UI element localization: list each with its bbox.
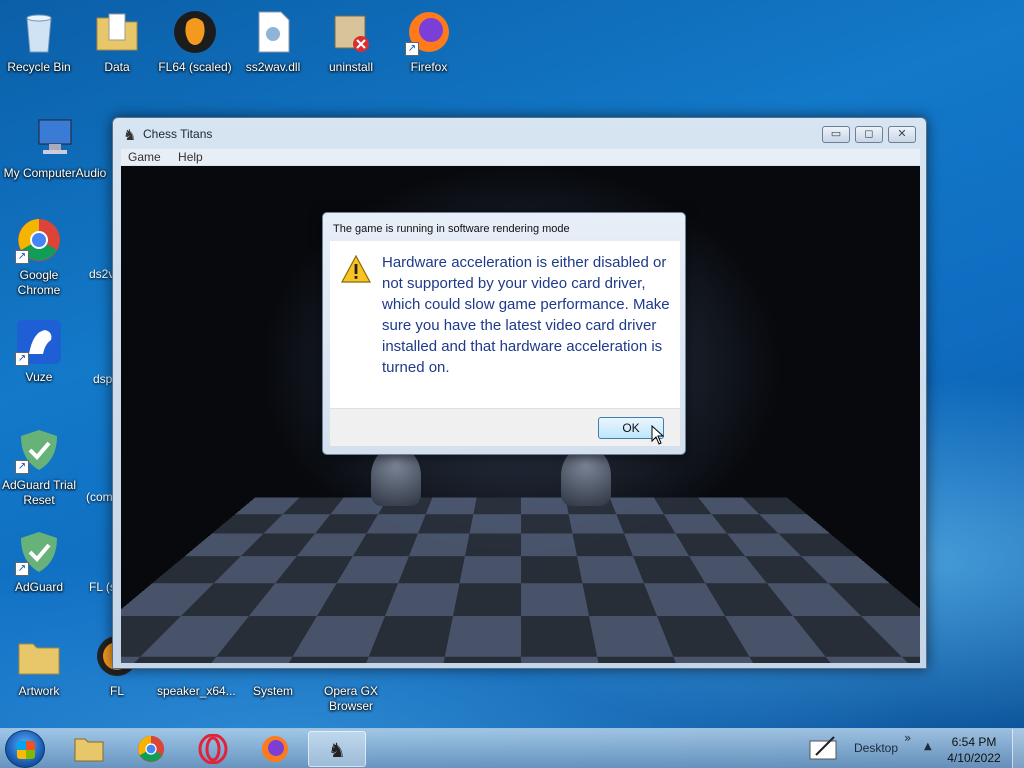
computer-icon (31, 114, 79, 162)
fl-studio-icon (171, 8, 219, 56)
chess-pawn (561, 446, 611, 506)
firefox-icon (262, 736, 288, 762)
chess-board (121, 497, 920, 663)
shortcut-arrow-icon: ↗ (15, 250, 29, 264)
start-button[interactable] (5, 730, 45, 768)
minimize-button[interactable]: ▭ (822, 126, 850, 143)
close-button[interactable]: ✕ (888, 126, 916, 143)
shortcut-arrow-icon: ↗ (15, 460, 29, 474)
shortcut-arrow-icon: ↗ (405, 42, 419, 56)
desktop-icon-label: My Computer (3, 166, 76, 180)
chrome-icon: ↗ (15, 216, 63, 264)
taskbar-firefox[interactable] (246, 731, 304, 767)
taskbar-chess-titans[interactable]: ♞ (308, 731, 366, 767)
desktop-icon-label: FL (109, 684, 124, 698)
software-rendering-dialog: The game is running in software renderin… (322, 212, 686, 455)
taskbar: ♞ Desktop » ▲ 6:54 PM 4/10/2022 (0, 728, 1024, 768)
recycle-bin-icon (15, 8, 63, 56)
taskbar-opera[interactable] (184, 731, 242, 767)
opera-icon (198, 733, 228, 765)
desktop-icon-label: Recycle Bin (7, 60, 71, 74)
desktop-icon-label: ss2wav.dll (245, 60, 301, 74)
window-titlebar[interactable]: ♞ Chess Titans ▭ ◻ ✕ (113, 118, 926, 148)
dialog-title: The game is running in software renderin… (333, 223, 570, 235)
partial-label-dsp: dsp (93, 372, 113, 386)
folder-icon (74, 738, 104, 762)
desktop-icon-label: Artwork (18, 684, 60, 698)
desktop-icon-artwork[interactable]: Artwork (1, 632, 77, 699)
chess-piece-icon: ♞ (328, 738, 346, 762)
partial-label-audio: Audio (75, 166, 107, 180)
show-hidden-icons-icon[interactable]: ▲ (924, 741, 932, 752)
window-title: Chess Titans (143, 127, 213, 141)
desktop-icon-adguard[interactable]: ↗ AdGuard (1, 528, 77, 595)
warning-icon (340, 254, 372, 284)
chess-piece-icon: ♞ (123, 126, 137, 144)
desktop-toolbar-label[interactable]: Desktop (854, 741, 898, 755)
chess-pawn (371, 446, 421, 506)
menu-help[interactable]: Help (171, 149, 210, 165)
menu-game[interactable]: Game (121, 149, 168, 165)
vuze-frog-icon: ↗ (15, 318, 63, 366)
chrome-icon (137, 735, 165, 763)
clock-date: 4/10/2022 (947, 751, 1001, 765)
desktop-icon-recycle-bin[interactable]: Recycle Bin (1, 8, 77, 75)
desktop-icon-label: Vuze (25, 370, 53, 384)
dialog-body: Hardware acceleration is either disabled… (330, 241, 680, 408)
partial-label-ds2v: ds2v (89, 267, 115, 281)
desktop-icon-my-computer[interactable]: My ComputerAudio (0, 114, 110, 181)
dialog-message: Hardware acceleration is either disabled… (382, 254, 670, 376)
desktop-toolbar-pen-icon[interactable] (808, 735, 840, 763)
show-desktop-button[interactable] (1012, 729, 1024, 768)
desktop-icon-label: System (252, 684, 293, 698)
partial-label-com: (com (86, 490, 113, 504)
desktop-icon-firefox[interactable]: ↗ Firefox (391, 8, 467, 75)
desktop-icon-label: Google Chrome (17, 268, 61, 297)
menu-bar: Game Help (121, 149, 920, 165)
adguard-shield-icon: ↗ (15, 426, 63, 474)
folder-icon (93, 8, 141, 56)
desktop-icon-label: FL64 (scaled) (158, 60, 232, 74)
desktop-icon-label: AdGuard Trial Reset (1, 478, 77, 507)
desktop-icon-fl64-scaled[interactable]: FL64 (scaled) (157, 8, 233, 75)
firefox-icon: ↗ (405, 8, 453, 56)
desktop-icon-label: uninstall (328, 60, 374, 74)
windows-logo-icon (17, 741, 35, 759)
adguard-shield-icon: ↗ (15, 528, 63, 576)
desktop-icon-uninstall[interactable]: uninstall (313, 8, 389, 75)
desktop-icon-data[interactable]: Data (79, 8, 155, 75)
shortcut-arrow-icon: ↗ (15, 562, 29, 576)
taskbar-clock[interactable]: 6:54 PM 4/10/2022 (944, 734, 1004, 766)
desktop-icon-vuze[interactable]: ↗ Vuze (1, 318, 77, 385)
dialog-footer: OK (330, 408, 680, 446)
taskbar-file-explorer[interactable] (60, 731, 118, 767)
desktop-icon-label: Opera GX Browser (323, 684, 379, 713)
mouse-cursor-icon (651, 425, 665, 445)
taskbar-chrome[interactable] (122, 731, 180, 767)
nsis-installer-icon (327, 8, 375, 56)
desktop-icon-label: AdGuard (14, 580, 64, 594)
desktop-icon-google-chrome[interactable]: ↗ Google Chrome (1, 216, 77, 298)
folder-icon (15, 632, 63, 680)
desktop-icon-label: speaker_x64... (157, 684, 236, 698)
maximize-button[interactable]: ◻ (855, 126, 883, 143)
dll-file-icon (249, 8, 297, 56)
clock-time: 6:54 PM (951, 735, 997, 749)
shortcut-arrow-icon: ↗ (15, 352, 29, 366)
toolbar-chevron-icon[interactable]: » (904, 731, 911, 745)
desktop-icon-label: Data (104, 60, 130, 74)
desktop-icon-label: Firefox (410, 60, 448, 74)
desktop-icon-ss2wav-dll[interactable]: ss2wav.dll (235, 8, 311, 75)
desktop-icon-adguard-trial-reset[interactable]: ↗ AdGuard Trial Reset (1, 426, 77, 508)
